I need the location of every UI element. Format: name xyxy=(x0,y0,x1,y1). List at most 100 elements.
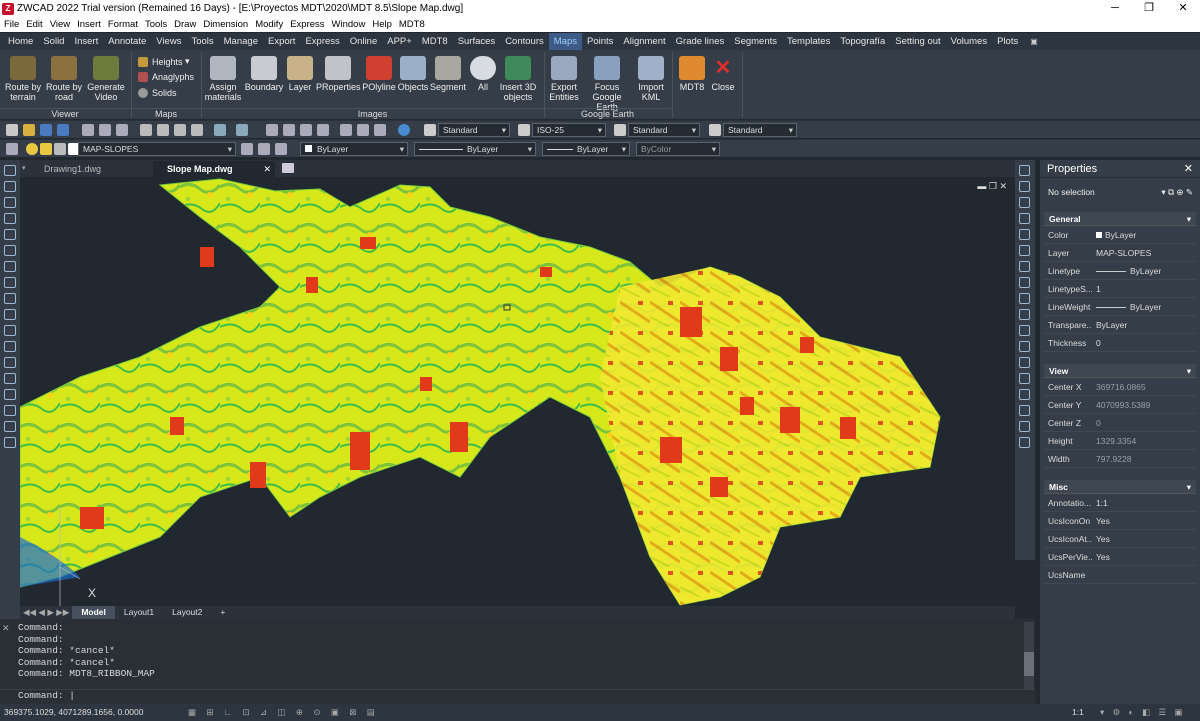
rotate-icon[interactable] xyxy=(1019,261,1030,272)
boundary-button[interactable]: Boundary xyxy=(244,56,284,92)
preview-icon[interactable] xyxy=(99,124,111,136)
ribbon-tab-plots[interactable]: Plots xyxy=(992,33,1023,50)
viewport-controls[interactable]: ▬ ❐ ✕ xyxy=(977,181,1007,192)
menu-item-draw[interactable]: Draw xyxy=(174,19,196,30)
fillet-icon[interactable] xyxy=(1019,389,1030,400)
layer-lock-icon[interactable] xyxy=(54,143,66,155)
solids-button[interactable]: Solids xyxy=(138,88,177,98)
arc-tool-icon[interactable] xyxy=(4,245,16,256)
text-style-select[interactable]: Standard xyxy=(438,123,510,137)
heights-button[interactable]: Heights ▾ xyxy=(138,56,190,67)
ribbon-tab-export[interactable]: Export xyxy=(263,33,300,50)
generate-video-button[interactable]: Generate Video xyxy=(86,56,126,102)
redo-icon[interactable] xyxy=(236,124,248,136)
point-tool-icon[interactable] xyxy=(4,373,16,384)
close-command-icon[interactable]: ✕ xyxy=(2,623,10,634)
explode-icon[interactable] xyxy=(1019,405,1030,416)
focus-google-earth-button[interactable]: Focus Google Earth xyxy=(582,56,632,112)
close-ribbon-button[interactable]: ✕ Close xyxy=(709,56,737,92)
undo-icon[interactable] xyxy=(214,124,226,136)
copy-object-icon[interactable] xyxy=(1019,181,1030,192)
ellipse-tool-icon[interactable] xyxy=(4,309,16,320)
ribbon-tab-setting-out[interactable]: Setting out xyxy=(890,33,945,50)
property-row[interactable]: UcsName xyxy=(1044,566,1196,584)
menu-item-window[interactable]: Window xyxy=(332,19,366,30)
polygon-tool-icon[interactable] xyxy=(4,213,16,224)
mdt8-button[interactable]: MDT8 xyxy=(677,56,707,92)
menu-item-tools[interactable]: Tools xyxy=(145,19,167,30)
property-row[interactable]: Transpare... ByLayer xyxy=(1044,316,1196,334)
properties-icon[interactable] xyxy=(340,124,352,136)
property-row[interactable]: Thickness 0 xyxy=(1044,334,1196,352)
ribbon-tab-maps[interactable]: Maps xyxy=(548,33,582,50)
table-tool-icon[interactable] xyxy=(4,421,16,432)
command-input[interactable]: Command: | xyxy=(0,689,1035,703)
break-icon[interactable] xyxy=(1019,341,1030,352)
menu-item-dimension[interactable]: Dimension xyxy=(203,19,248,30)
offset-icon[interactable] xyxy=(1019,213,1030,224)
layer-match-icon[interactable] xyxy=(275,143,287,155)
status-tray-icons[interactable]: ▾ ⚙ ◐ ◧ ☰ ▣ xyxy=(1100,704,1186,721)
ribbon-tab-segments[interactable]: Segments xyxy=(729,33,782,50)
tab-drawing1[interactable]: Drawing1.dwg xyxy=(30,161,150,177)
export-entities-button[interactable]: Export Entities xyxy=(546,56,582,102)
spline-tool-icon[interactable] xyxy=(4,293,16,304)
properties-button[interactable]: PRoperties xyxy=(316,56,361,92)
tab-scroll-icon[interactable]: ▾ xyxy=(22,164,26,172)
draworder-icon[interactable] xyxy=(1019,421,1030,432)
insert-3d-objects-button[interactable]: Insert 3D objects xyxy=(497,56,539,102)
match-properties-icon[interactable] xyxy=(191,124,203,136)
property-row[interactable]: Center Z 0 xyxy=(1044,414,1196,432)
zoom-realtime-icon[interactable] xyxy=(283,124,295,136)
chamfer-icon[interactable] xyxy=(1019,373,1030,384)
menu-item-edit[interactable]: Edit xyxy=(26,19,42,30)
help-icon[interactable] xyxy=(398,124,410,136)
route-by-road-button[interactable]: Route by road xyxy=(45,56,83,102)
ribbon-tab-annotate[interactable]: Annotate xyxy=(103,33,151,50)
menu-item-help[interactable]: Help xyxy=(372,19,392,30)
segment-button[interactable]: Segment xyxy=(430,56,466,92)
region-tool-icon[interactable] xyxy=(4,405,16,416)
objects-button[interactable]: Objects xyxy=(397,56,429,92)
zoom-previous-icon[interactable] xyxy=(317,124,329,136)
menu-item-modify[interactable]: Modify xyxy=(255,19,283,30)
property-row[interactable]: Center Y 4070993.5389 xyxy=(1044,396,1196,414)
menu-item-express[interactable]: Express xyxy=(290,19,324,30)
ribbon-tab-surfaces[interactable]: Surfaces xyxy=(453,33,501,50)
paste-icon[interactable] xyxy=(174,124,186,136)
layer-button[interactable]: Layer xyxy=(286,56,314,92)
dim-style-select[interactable]: ISO-25 xyxy=(532,123,606,137)
tab-layout1[interactable]: Layout1 xyxy=(115,606,163,619)
ribbon-tab-tools[interactable]: Tools xyxy=(186,33,218,50)
annotation-scale[interactable]: 1:1 xyxy=(1072,704,1084,721)
hatch-tool-icon[interactable] xyxy=(4,389,16,400)
zoom-window-icon[interactable] xyxy=(300,124,312,136)
restore-button[interactable]: ❐ xyxy=(1132,0,1166,17)
ribbon-tab-volumes[interactable]: Volumes xyxy=(946,33,992,50)
route-by-terrain-button[interactable]: Route by terrain xyxy=(4,56,42,102)
section-view[interactable]: View xyxy=(1044,364,1196,378)
property-row[interactable]: Linetype ByLayer xyxy=(1044,262,1196,280)
stretch-icon[interactable] xyxy=(1019,293,1030,304)
polyline-button[interactable]: POlyline xyxy=(361,56,397,92)
property-row[interactable]: Color ByLayer xyxy=(1044,226,1196,244)
tool-palette-icon[interactable] xyxy=(374,124,386,136)
save-as-icon[interactable] xyxy=(57,124,69,136)
array-icon[interactable] xyxy=(1019,229,1030,240)
mtext-tool-icon[interactable] xyxy=(4,437,16,448)
property-row[interactable]: LineWeight ByLayer xyxy=(1044,298,1196,316)
menu-item-mdt8[interactable]: MDT8 xyxy=(399,19,425,30)
property-row[interactable]: UcsPerVie... Yes xyxy=(1044,548,1196,566)
open-icon[interactable] xyxy=(23,124,35,136)
ribbon-tab-online[interactable]: Online xyxy=(345,33,382,50)
ribbon-tab-contours[interactable]: Contours xyxy=(500,33,549,50)
make-current-layer-icon[interactable] xyxy=(241,143,253,155)
all-button[interactable]: All xyxy=(470,56,496,92)
move-icon[interactable] xyxy=(1019,245,1030,256)
assign-materials-button[interactable]: Assign materials xyxy=(204,56,242,102)
tab-layout2[interactable]: Layout2 xyxy=(163,606,211,619)
circle-tool-icon[interactable] xyxy=(4,261,16,272)
print-icon[interactable] xyxy=(82,124,94,136)
section-general[interactable]: General xyxy=(1044,212,1196,226)
make-block-icon[interactable] xyxy=(4,357,16,368)
